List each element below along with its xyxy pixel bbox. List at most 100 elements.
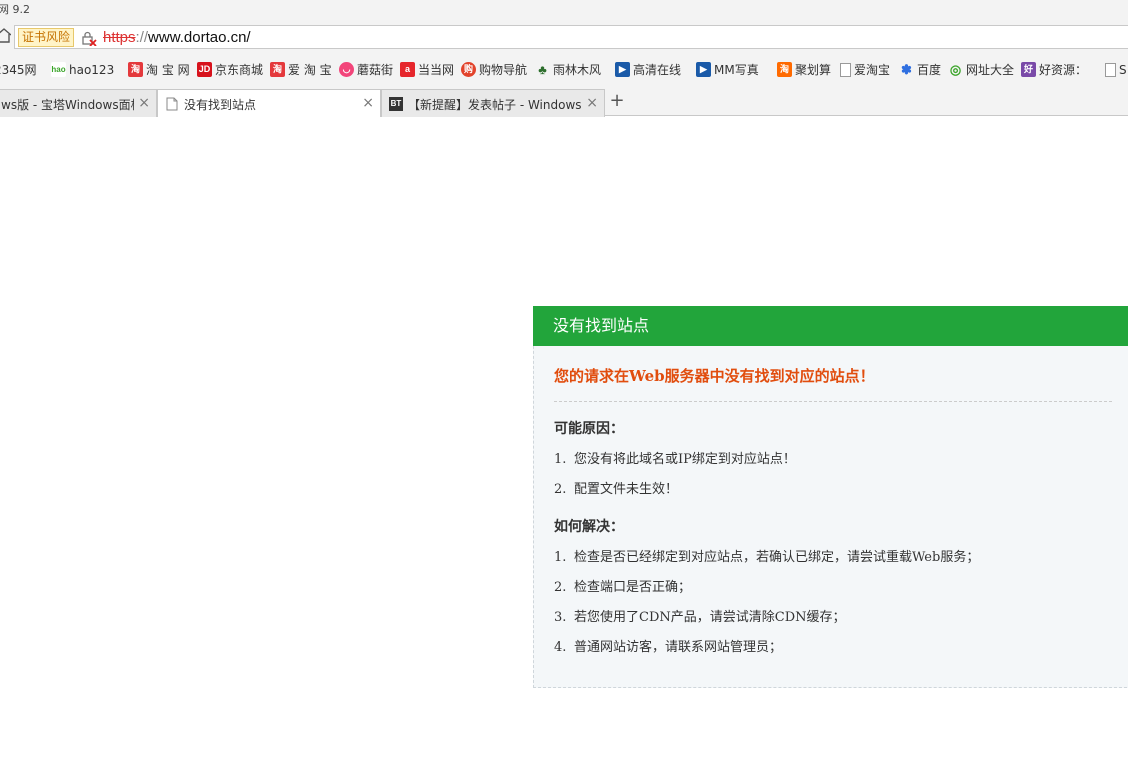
bookmark-mm[interactable]: ▶ MM写真: [696, 61, 759, 78]
tab-label: 【新提醒】发表帖子 - Windows: [408, 98, 582, 112]
item-text: 您没有将此域名或IP绑定到对应站点！: [574, 452, 796, 467]
reasons-list: 1. 您没有将此域名或IP绑定到对应站点！ 2. 配置文件未生效！: [554, 445, 1116, 505]
item-text: 检查是否已经绑定到对应站点，若确认已绑定，请尝试重载Web服务；: [574, 550, 980, 565]
tab-strip: ws版 - 宝塔Windows面板 × 没有找到站点 × BT 【新提醒】发表帖…: [0, 86, 1128, 117]
error-panel: 您的请求在Web服务器中没有找到对应的站点！ 可能原因： 1. 您没有将此域名或I…: [533, 306, 1128, 688]
tab-label: 没有找到站点: [184, 98, 257, 112]
solutions-title: 如何解决：: [554, 519, 624, 535]
home-icon[interactable]: [0, 26, 12, 46]
page-icon: [1105, 62, 1116, 77]
page-icon: [165, 97, 179, 111]
bookmark-label: 爱 淘 宝: [288, 63, 332, 77]
bookmark-2345[interactable]: 2345网: [0, 61, 37, 78]
item-number: 2.: [554, 580, 567, 595]
bookmark-dangdang[interactable]: a 当当网: [400, 61, 454, 78]
bookmark-label: 当当网: [418, 63, 455, 77]
bookmark-label: 好资源：: [1039, 63, 1088, 77]
taobao-icon: 淘: [128, 62, 143, 77]
bookmark-hao-nav[interactable]: ◎ 网址大全: [948, 61, 1014, 78]
item-number: 4.: [554, 640, 567, 655]
list-item: 3. 若您使用了CDN产品，请尝试清除CDN缓存；: [554, 603, 1116, 633]
tab-bt-panel[interactable]: ws版 - 宝塔Windows面板 ×: [0, 89, 157, 117]
bookmark-mogujie[interactable]: ◡ 蘑菇街: [339, 61, 393, 78]
tab-close-icon[interactable]: ×: [138, 95, 150, 111]
item-number: 2.: [554, 482, 567, 497]
list-item: 2. 配置文件未生效！: [554, 475, 1116, 505]
url-text[interactable]: https://www.dortao.cn/: [103, 28, 251, 47]
item-text: 普通网站访客，请联系网站管理员；: [574, 640, 783, 655]
item-number: 1.: [554, 452, 567, 467]
list-item: 2. 检查端口是否正确；: [554, 573, 1116, 603]
item-text: 配置文件未生效！: [574, 482, 679, 497]
bookmark-label: MM写真: [714, 63, 759, 77]
film-icon: ▶: [615, 62, 630, 77]
tab-new-post[interactable]: BT 【新提醒】发表帖子 - Windows ×: [381, 89, 605, 117]
bookmark-baidu[interactable]: ✽ 百度: [899, 61, 941, 78]
shopping-nav-icon: 购: [461, 62, 476, 77]
error-panel-body: 您的请求在Web服务器中没有找到对应的站点！ 可能原因： 1. 您没有将此域名或I…: [534, 346, 1128, 663]
item-number: 3.: [554, 610, 567, 625]
url-field[interactable]: 证书风险 https://www.dortao.cn/: [14, 25, 1128, 49]
palm-tree-icon: ♣: [538, 62, 547, 77]
tab-close-icon[interactable]: ×: [362, 95, 374, 111]
tab-close-icon[interactable]: ×: [586, 95, 598, 111]
item-text: 若您使用了CDN产品，请尝试清除CDN缓存；: [574, 610, 846, 625]
bookmarks-bar: 2345网 hao hao123 淘 淘 宝 网 JD 京东商城 淘 爱 淘 宝…: [0, 52, 1128, 86]
bookmark-jd[interactable]: JD 京东商城: [197, 61, 263, 78]
bookmark-hd-online[interactable]: ▶ 高清在线: [615, 61, 681, 78]
bookmark-taobao[interactable]: 淘 淘 宝 网: [128, 61, 190, 78]
film-icon: ▶: [696, 62, 711, 77]
bookmark-label: 聚划算: [795, 63, 832, 77]
bookmark-label: 雨林木风: [553, 63, 602, 77]
juhuasuan-icon: 淘: [777, 62, 792, 77]
bookmark-ai-taobao[interactable]: 淘 爱 淘 宝: [270, 61, 332, 78]
bookmark-ylmf[interactable]: ♣ 雨林木风: [535, 61, 601, 78]
url-scheme: https: [103, 29, 136, 46]
bookmark-label: 百度: [917, 63, 942, 77]
list-item: 4. 普通网站访客，请联系网站管理员；: [554, 633, 1116, 663]
bookmark-hao123[interactable]: hao hao123: [51, 61, 114, 78]
bookmark-label: 高清在线: [633, 63, 682, 77]
window-titlebar: 网 9.2: [0, 0, 1128, 22]
broken-lock-icon[interactable]: [81, 30, 97, 47]
tab-site-not-found[interactable]: 没有找到站点 ×: [157, 89, 381, 117]
bookmark-s[interactable]: S: [1105, 61, 1127, 78]
bt-icon: BT: [389, 97, 403, 111]
bookmark-label: 爱淘宝: [854, 63, 891, 77]
hao-nav-icon: ◎: [949, 62, 962, 77]
bookmark-juhuasuan[interactable]: 淘 聚划算: [777, 61, 831, 78]
solutions-list: 1. 检查是否已经绑定到对应站点，若确认已绑定，请尝试重载Web服务； 2. 检查端…: [554, 543, 1116, 663]
bookmark-label: hao123: [69, 62, 115, 77]
hao123-icon: hao: [51, 62, 66, 77]
item-text: 检查端口是否正确；: [574, 580, 692, 595]
page-title: 没有找到站点: [533, 306, 1128, 346]
window-title: 网 9.2: [0, 3, 30, 16]
cert-risk-badge[interactable]: 证书风险: [18, 28, 75, 47]
bookmark-label: S: [1119, 62, 1127, 77]
list-item: 1. 您没有将此域名或IP绑定到对应站点！: [554, 445, 1116, 475]
bookmark-ai-taobao-2[interactable]: 爱淘宝: [840, 61, 890, 78]
taobao-icon: 淘: [270, 62, 285, 77]
bookmark-label: 网址大全: [966, 63, 1015, 77]
tab-label: ws版 - 宝塔Windows面板: [1, 98, 134, 112]
new-tab-button[interactable]: +: [605, 92, 629, 112]
dangdang-icon: a: [400, 62, 415, 77]
bookmark-hao-resource[interactable]: 好 好资源：: [1021, 61, 1087, 78]
url-host: www.dortao.cn/: [148, 29, 251, 46]
bookmark-label: 2345网: [0, 63, 37, 77]
jd-icon: JD: [197, 62, 212, 77]
page-icon: [840, 62, 851, 77]
bookmark-label: 京东商城: [215, 63, 264, 77]
list-item: 1. 检查是否已经绑定到对应站点，若确认已绑定，请尝试重载Web服务；: [554, 543, 1116, 573]
error-message: 您的请求在Web服务器中没有找到对应的站点！: [554, 367, 875, 385]
divider: [554, 401, 1112, 402]
bookmark-shopping-nav[interactable]: 购 购物导航: [461, 61, 527, 78]
baidu-paw-icon: ✽: [901, 62, 912, 77]
mogujie-icon: ◡: [339, 62, 354, 77]
hao-resource-icon: 好: [1021, 62, 1036, 77]
url-separator: ://: [135, 29, 149, 46]
item-number: 1.: [554, 550, 567, 565]
bookmark-label: 购物导航: [479, 63, 528, 77]
bookmark-label: 蘑菇街: [357, 63, 394, 77]
bookmark-label: 淘 宝 网: [146, 63, 190, 77]
